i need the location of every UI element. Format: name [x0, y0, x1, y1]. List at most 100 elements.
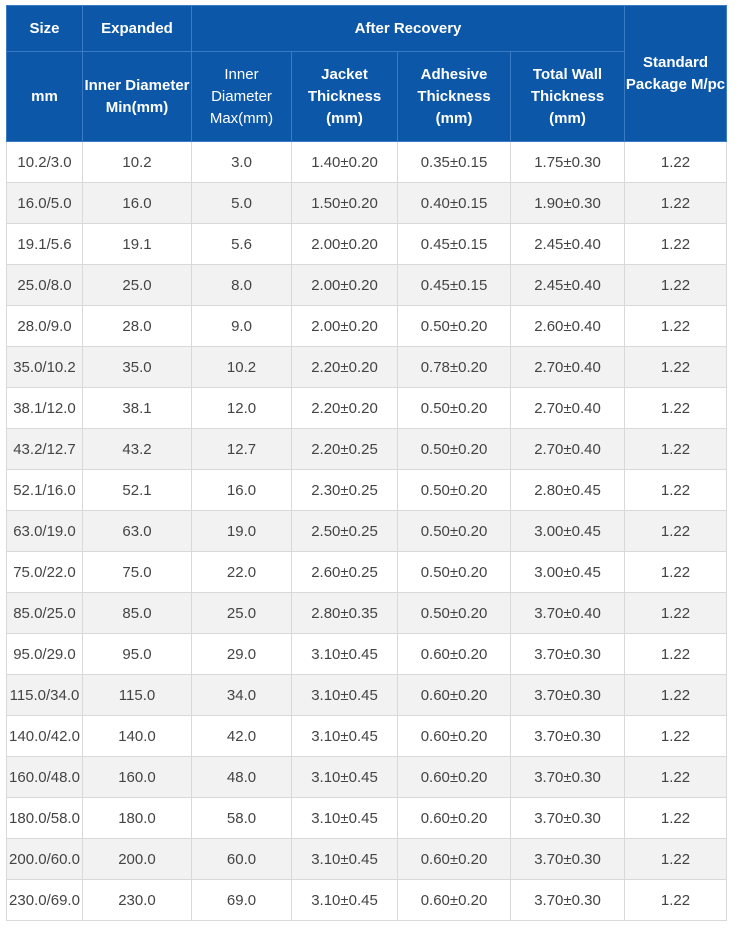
cell-inner-diameter-min: 52.1: [82, 469, 192, 511]
header-inner-diameter-min: Inner Diameter Min(mm): [82, 51, 192, 142]
cell-jacket-thickness: 2.20±0.25: [291, 428, 398, 470]
cell-total-wall-thickness: 2.70±0.40: [509, 387, 626, 429]
header-size: Size: [6, 5, 83, 52]
cell-size: 38.1/12.0: [6, 387, 83, 429]
table-row: 19.1/5.6 19.1 5.6 2.00±0.20 0.45±0.15 2.45±0.…: [6, 223, 728, 265]
cell-total-wall-thickness: 3.00±0.45: [509, 510, 626, 552]
cell-inner-diameter-min: 140.0: [82, 715, 192, 757]
cell-inner-diameter-max: 48.0: [191, 756, 292, 798]
table-row: 95.0/29.0 95.0 29.0 3.10±0.45 0.60±0.20 3.70±…: [6, 633, 728, 675]
cell-inner-diameter-min: 230.0: [82, 879, 192, 921]
cell-size: 35.0/10.2: [6, 346, 83, 388]
cell-standard-package: 1.22: [624, 141, 728, 183]
cell-adhesive-thickness: 0.50±0.20: [397, 510, 511, 552]
table-row: 75.0/22.0 75.0 22.0 2.60±0.25 0.50±0.20 3.00±…: [6, 551, 728, 593]
table-row: 28.0/9.0 28.0 9.0 2.00±0.20 0.50±0.20 2.60±0.…: [6, 305, 728, 347]
header-jacket-thickness: Jacket Thickness (mm): [291, 51, 398, 142]
cell-standard-package: 1.22: [624, 551, 728, 593]
cell-standard-package: 1.22: [624, 387, 728, 429]
header-total-wall-thickness: Total Wall Thickness (mm): [509, 51, 626, 142]
cell-adhesive-thickness: 0.60±0.20: [397, 633, 511, 675]
cell-inner-diameter-min: 16.0: [82, 182, 192, 224]
cell-inner-diameter-max: 10.2: [191, 346, 292, 388]
cell-standard-package: 1.22: [624, 756, 728, 798]
cell-jacket-thickness: 3.10±0.45: [291, 674, 398, 716]
cell-adhesive-thickness: 0.45±0.15: [397, 264, 511, 306]
cell-inner-diameter-min: 160.0: [82, 756, 192, 798]
cell-adhesive-thickness: 0.50±0.20: [397, 551, 511, 593]
cell-jacket-thickness: 3.10±0.45: [291, 797, 398, 839]
cell-size: 28.0/9.0: [6, 305, 83, 347]
inner-diameter-min-label: Inner Diameter Min(mm): [84, 76, 190, 116]
cell-inner-diameter-min: 10.2: [82, 141, 192, 183]
cell-adhesive-thickness: 0.60±0.20: [397, 879, 511, 921]
cell-standard-package: 1.22: [624, 510, 728, 552]
cell-adhesive-thickness: 0.50±0.20: [397, 469, 511, 511]
spec-table: Size Expanded After Recovery Standard Pa…: [6, 5, 728, 921]
table-row: 230.0/69.0 230.0 69.0 3.10±0.45 0.60±0.20 3.7…: [6, 879, 728, 921]
cell-total-wall-thickness: 2.70±0.40: [509, 428, 626, 470]
cell-size: 200.0/60.0: [6, 838, 83, 880]
table-row: 180.0/58.0 180.0 58.0 3.10±0.45 0.60±0.20 3.7…: [6, 797, 728, 839]
jacket-thickness-label: Jacket Thickness (mm): [307, 65, 382, 127]
cell-size: 10.2/3.0: [6, 141, 83, 183]
table-row: 35.0/10.2 35.0 10.2 2.20±0.20 0.78±0.20 2.70±…: [6, 346, 728, 388]
cell-adhesive-thickness: 0.60±0.20: [397, 797, 511, 839]
cell-adhesive-thickness: 0.50±0.20: [397, 428, 511, 470]
cell-inner-diameter-max: 16.0: [191, 469, 292, 511]
cell-standard-package: 1.22: [624, 879, 728, 921]
cell-standard-package: 1.22: [624, 797, 728, 839]
cell-adhesive-thickness: 0.50±0.20: [397, 387, 511, 429]
cell-inner-diameter-max: 19.0: [191, 510, 292, 552]
total-wall-thickness-label: Total Wall Thickness (mm): [530, 65, 605, 127]
cell-jacket-thickness: 2.20±0.20: [291, 346, 398, 388]
cell-jacket-thickness: 2.50±0.25: [291, 510, 398, 552]
cell-inner-diameter-max: 69.0: [191, 879, 292, 921]
cell-adhesive-thickness: 0.60±0.20: [397, 674, 511, 716]
cell-size: 25.0/8.0: [6, 264, 83, 306]
cell-inner-diameter-min: 200.0: [82, 838, 192, 880]
table-row: 140.0/42.0 140.0 42.0 3.10±0.45 0.60±0.20 3.7…: [6, 715, 728, 757]
cell-size: 16.0/5.0: [6, 182, 83, 224]
cell-size: 19.1/5.6: [6, 223, 83, 265]
cell-size: 140.0/42.0: [6, 715, 83, 757]
cell-total-wall-thickness: 2.70±0.40: [509, 346, 626, 388]
table-row: 10.2/3.0 10.2 3.0 1.40±0.20 0.35±0.15 1.75±0.…: [6, 141, 728, 183]
cell-inner-diameter-max: 60.0: [191, 838, 292, 880]
cell-inner-diameter-max: 8.0: [191, 264, 292, 306]
cell-inner-diameter-min: 43.2: [82, 428, 192, 470]
cell-inner-diameter-min: 115.0: [82, 674, 192, 716]
cell-standard-package: 1.22: [624, 674, 728, 716]
cell-jacket-thickness: 3.10±0.45: [291, 879, 398, 921]
cell-adhesive-thickness: 0.50±0.20: [397, 592, 511, 634]
cell-jacket-thickness: 2.80±0.35: [291, 592, 398, 634]
cell-inner-diameter-max: 5.6: [191, 223, 292, 265]
table-row: 43.2/12.7 43.2 12.7 2.20±0.25 0.50±0.20 2.70±…: [6, 428, 728, 470]
header-standard-package: Standard Package M/pc: [624, 5, 728, 142]
cell-total-wall-thickness: 3.70±0.30: [509, 715, 626, 757]
cell-adhesive-thickness: 0.40±0.15: [397, 182, 511, 224]
cell-inner-diameter-max: 58.0: [191, 797, 292, 839]
header-adhesive-thickness: Adhesive Thickness (mm): [397, 51, 511, 142]
cell-jacket-thickness: 2.00±0.20: [291, 223, 398, 265]
table-row: 160.0/48.0 160.0 48.0 3.10±0.45 0.60±0.20 3.7…: [6, 756, 728, 798]
cell-adhesive-thickness: 0.50±0.20: [397, 305, 511, 347]
cell-total-wall-thickness: 1.90±0.30: [509, 182, 626, 224]
table-row: 25.0/8.0 25.0 8.0 2.00±0.20 0.45±0.15 2.45±0.…: [6, 264, 728, 306]
cell-total-wall-thickness: 3.70±0.30: [509, 797, 626, 839]
cell-standard-package: 1.22: [624, 182, 728, 224]
cell-standard-package: 1.22: [624, 305, 728, 347]
cell-inner-diameter-max: 12.0: [191, 387, 292, 429]
cell-jacket-thickness: 2.30±0.25: [291, 469, 398, 511]
cell-standard-package: 1.22: [624, 715, 728, 757]
table-row: 38.1/12.0 38.1 12.0 2.20±0.20 0.50±0.20 2.70±…: [6, 387, 728, 429]
cell-adhesive-thickness: 0.60±0.20: [397, 838, 511, 880]
table-row: 63.0/19.0 63.0 19.0 2.50±0.25 0.50±0.20 3.00±…: [6, 510, 728, 552]
cell-standard-package: 1.22: [624, 633, 728, 675]
cell-size: 180.0/58.0: [6, 797, 83, 839]
inner-diameter-max-label: Inner Diameter Max(mm): [209, 65, 274, 127]
cell-adhesive-thickness: 0.45±0.15: [397, 223, 511, 265]
cell-total-wall-thickness: 3.70±0.40: [509, 592, 626, 634]
cell-total-wall-thickness: 3.70±0.30: [509, 838, 626, 880]
cell-size: 95.0/29.0: [6, 633, 83, 675]
